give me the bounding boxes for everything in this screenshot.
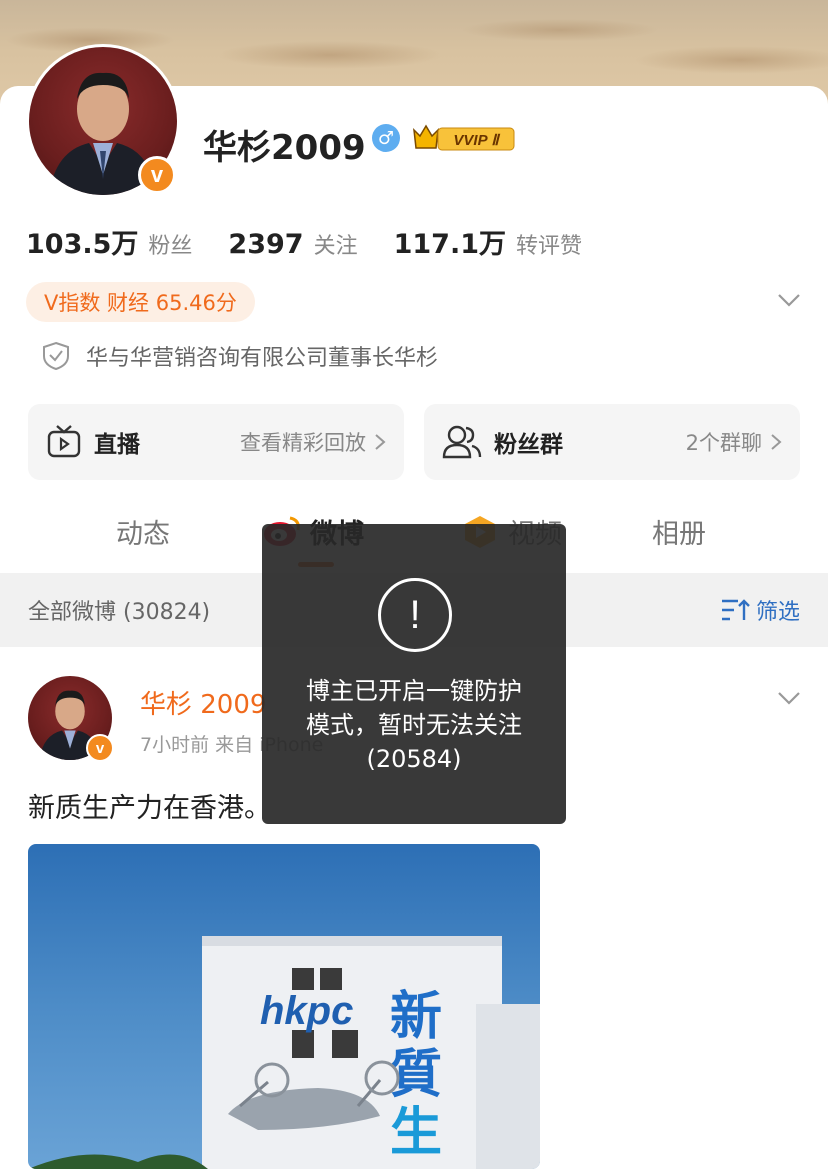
- chevron-down-icon[interactable]: [776, 688, 802, 708]
- chevron-right-icon: [375, 434, 386, 450]
- profile-stats: 103.5万 粉丝 2397 关注 117.1万 转评赞: [26, 222, 618, 261]
- post-author-name[interactable]: 华杉 2009: [140, 684, 266, 721]
- profile-avatar[interactable]: v: [26, 44, 180, 198]
- followers-label[interactable]: 粉丝: [148, 228, 192, 260]
- verification-row: 华与华营销咨询有限公司董事长华杉: [42, 340, 438, 372]
- verification-text: 华与华营销咨询有限公司董事长华杉: [86, 346, 439, 371]
- reposts-label: 转评赞: [516, 234, 583, 259]
- tab-album[interactable]: 相册: [652, 512, 706, 551]
- shield-icon: [43, 341, 69, 371]
- post-count: 全部微博 (30824): [28, 600, 211, 625]
- chevron-down-icon[interactable]: [776, 290, 802, 310]
- alert-icon: !: [378, 578, 452, 652]
- fan-group-subtitle: 2个群聊: [685, 431, 762, 455]
- chevron-right-icon: [771, 434, 782, 450]
- image-sign-char-1: 新: [390, 987, 442, 1047]
- live-button[interactable]: 直播 查看精彩回放: [28, 404, 404, 480]
- toast-message: 博主已开启一键防护 模式，暂时无法关注 (20584): [306, 677, 522, 773]
- followers-count[interactable]: 103.5万: [26, 222, 138, 261]
- image-sign-char-3: 生: [390, 1103, 442, 1163]
- live-subtitle: 查看精彩回放: [240, 431, 366, 455]
- live-title: 直播: [94, 432, 140, 458]
- post-verified-badge-icon: v: [86, 734, 114, 762]
- following-count[interactable]: 2397: [228, 229, 303, 260]
- v-index-badge[interactable]: V指数 财经 65.46分: [26, 282, 255, 322]
- following-label[interactable]: 关注: [314, 228, 358, 260]
- tab-feed[interactable]: 动态: [116, 512, 170, 551]
- filter-label: 筛选: [755, 600, 800, 625]
- male-icon: ♂: [372, 124, 400, 152]
- vvip-label: VVIP Ⅱ: [453, 132, 501, 149]
- reposts-count: 117.1万: [393, 229, 506, 260]
- vvip-badge-icon[interactable]: VVIP Ⅱ: [410, 122, 518, 154]
- image-brand-text: hkpc: [260, 989, 353, 1033]
- toast-dialog: ! 博主已开启一键防护 模式，暂时无法关注 (20584): [262, 524, 566, 824]
- verified-badge-icon: v: [138, 156, 176, 194]
- post-text: 新质生产力在香港。: [28, 793, 271, 824]
- tv-icon: [47, 425, 81, 458]
- group-icon: [442, 425, 482, 459]
- filter-icon: [721, 599, 750, 621]
- fan-group-title: 粉丝群: [494, 432, 563, 458]
- filter-button[interactable]: 筛选: [720, 594, 800, 626]
- profile-name: 华杉2009: [203, 128, 366, 168]
- fan-group-button[interactable]: 粉丝群 2个群聊: [424, 404, 800, 480]
- post-image[interactable]: hkpc 新 質 生: [28, 844, 540, 1169]
